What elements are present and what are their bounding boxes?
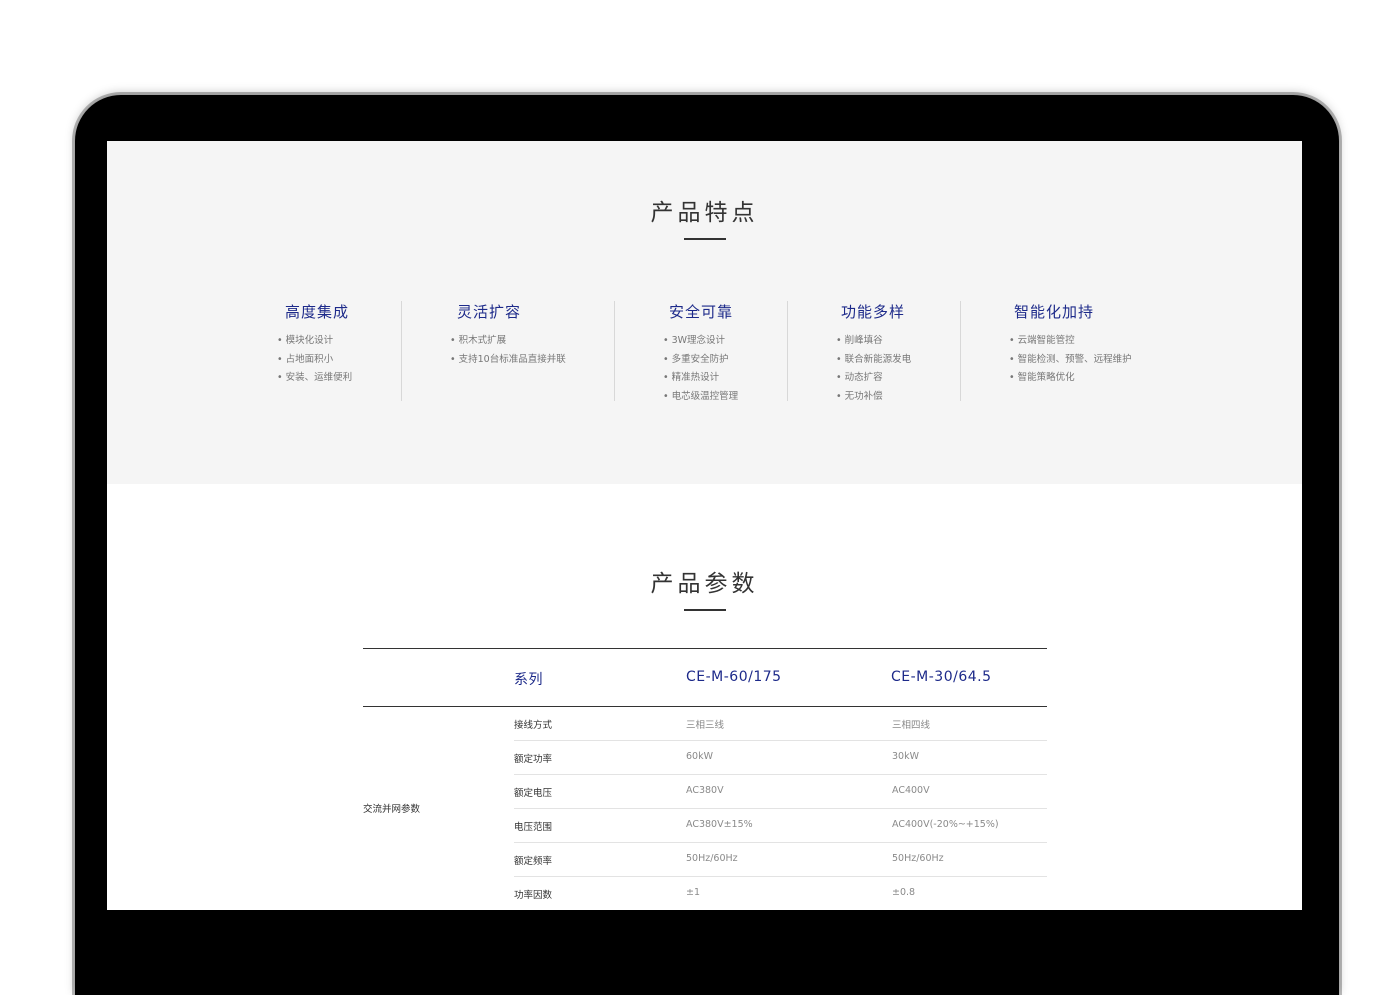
param-name: 电压范围 bbox=[514, 822, 553, 833]
features-section: 产品特点 高度集成 • 模块化设计 • 占地面积小 • 安装、运维便利 灵活扩容… bbox=[107, 141, 1302, 484]
feature-item: • 电芯级温控管理 bbox=[663, 391, 739, 403]
param-value-model-2: AC400V(-20%~+15%) bbox=[892, 819, 999, 830]
screen: 产品特点 高度集成 • 模块化设计 • 占地面积小 • 安装、运维便利 灵活扩容… bbox=[107, 141, 1302, 910]
table-row: 额定频率 50Hz/60Hz 50Hz/60Hz bbox=[514, 842, 1047, 877]
header-series-label: 系列 bbox=[514, 672, 543, 688]
table-row: 接线方式 三相三线 三相四线 bbox=[514, 706, 1047, 741]
feature-item: • 无功补偿 bbox=[836, 391, 883, 403]
feature-column-intelligence: 智能化加持 • 云端智能管控 • 智能检测、预警、远程维护 • 智能策略优化 bbox=[960, 301, 1161, 401]
features-title: 产品特点 bbox=[650, 200, 759, 226]
features-title-underline bbox=[684, 238, 726, 240]
param-value-model-2: 50Hz/60Hz bbox=[892, 853, 944, 864]
param-value-model-2: 30kW bbox=[892, 751, 919, 762]
feature-column-functions: 功能多样 • 削峰填谷 • 联合新能源发电 • 动态扩容 • 无功补偿 bbox=[787, 301, 960, 402]
table-row: 功率因数 ±1 ±0.8 bbox=[514, 876, 1047, 910]
table-header: 系列 CE-M-60/175 CE-M-30/64.5 bbox=[363, 648, 1047, 707]
table-row: 额定电压 AC380V AC400V bbox=[514, 774, 1047, 809]
feature-list: • 云端智能管控 • 智能检测、预警、远程维护 • 智能策略优化 bbox=[1009, 332, 1132, 388]
param-value-model-1: AC380V±15% bbox=[686, 819, 753, 830]
param-name: 接线方式 bbox=[514, 720, 553, 731]
feature-list: • 模块化设计 • 占地面积小 • 安装、运维便利 bbox=[277, 332, 352, 388]
group-label: 交流并网参数 bbox=[363, 804, 421, 815]
feature-column-integration: 高度集成 • 模块化设计 • 占地面积小 • 安装、运维便利 bbox=[277, 301, 401, 401]
feature-title: 智能化加持 bbox=[1014, 303, 1095, 321]
feature-item: • 支持10台标准品直接并联 bbox=[450, 353, 566, 365]
feature-item: • 模块化设计 bbox=[277, 335, 334, 346]
feature-item: • 联合新能源发电 bbox=[836, 353, 912, 365]
param-name: 额定频率 bbox=[514, 856, 553, 867]
feature-item: • 积木式扩展 bbox=[450, 335, 507, 346]
feature-item: • 云端智能管控 bbox=[1009, 335, 1075, 346]
feature-item: • 动态扩容 bbox=[836, 372, 883, 384]
feature-item: • 削峰填谷 bbox=[836, 335, 883, 346]
feature-item: • 3W理念设计 bbox=[663, 335, 726, 346]
param-value-model-1: 60kW bbox=[686, 751, 713, 762]
param-value-model-2: ±0.8 bbox=[892, 887, 916, 898]
param-value-model-1: ±1 bbox=[686, 887, 701, 898]
feature-title: 高度集成 bbox=[285, 303, 350, 321]
feature-title: 安全可靠 bbox=[669, 303, 734, 321]
table-row: 额定功率 60kW 30kW bbox=[514, 740, 1047, 775]
param-name: 额定电压 bbox=[514, 788, 553, 799]
param-value-model-2: AC400V bbox=[892, 785, 930, 796]
feature-item: • 智能策略优化 bbox=[1009, 372, 1075, 384]
feature-title: 灵活扩容 bbox=[457, 303, 522, 321]
feature-column-expansion: 灵活扩容 • 积木式扩展 • 支持10台标准品直接并联 bbox=[401, 301, 614, 401]
feature-title: 功能多样 bbox=[841, 303, 906, 321]
param-name: 功率因数 bbox=[514, 890, 553, 901]
feature-item: • 多重安全防护 bbox=[663, 353, 729, 365]
param-value-model-1: AC380V bbox=[686, 785, 724, 796]
feature-list: • 3W理念设计 • 多重安全防护 • 精准热设计 • 电芯级温控管理 bbox=[663, 332, 738, 407]
param-name: 额定功率 bbox=[514, 754, 553, 765]
param-value-model-2: 三相四线 bbox=[892, 720, 931, 731]
param-value-model-1: 50Hz/60Hz bbox=[686, 853, 738, 864]
params-title: 产品参数 bbox=[650, 571, 759, 597]
feature-list: • 削峰填谷 • 联合新能源发电 • 动态扩容 • 无功补偿 bbox=[836, 332, 911, 407]
feature-item: • 精准热设计 bbox=[663, 372, 720, 384]
header-model-2: CE-M-30/64.5 bbox=[891, 669, 992, 685]
feature-item: • 占地面积小 bbox=[277, 353, 334, 365]
feature-item: • 智能检测、预警、远程维护 bbox=[1009, 353, 1132, 365]
feature-list: • 积木式扩展 • 支持10台标准品直接并联 bbox=[450, 332, 566, 369]
table-row: 电压范围 AC380V±15% AC400V(-20%~+15%) bbox=[514, 808, 1047, 843]
param-value-model-1: 三相三线 bbox=[686, 720, 725, 731]
feature-column-safety: 安全可靠 • 3W理念设计 • 多重安全防护 • 精准热设计 • 电芯级温控管理 bbox=[614, 301, 787, 402]
feature-item: • 安装、运维便利 bbox=[277, 372, 353, 384]
header-model-1: CE-M-60/175 bbox=[686, 669, 782, 685]
params-title-underline bbox=[684, 609, 726, 611]
